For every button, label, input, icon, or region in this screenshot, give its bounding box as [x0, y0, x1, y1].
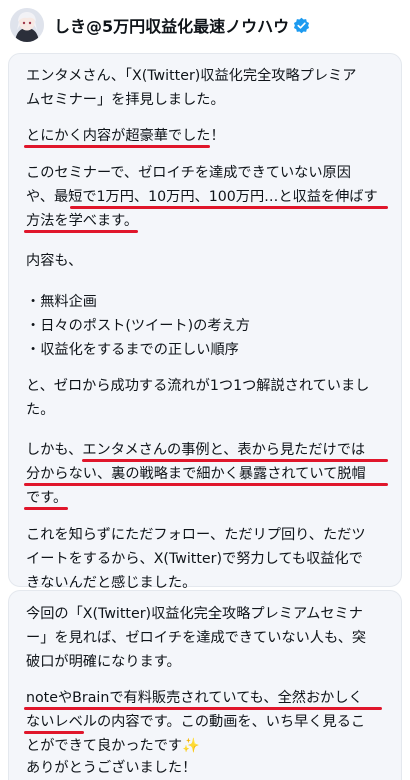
text-line: ありがとうございました！ [26, 760, 197, 776]
list-item: ・日々のポスト(ツイート)の考え方 [26, 318, 250, 334]
list-item: ・収益化をするまでの正しい順序 [26, 342, 239, 358]
text-line: これを知らずにただフォロー、ただリプ回り、ただツ [26, 527, 366, 543]
text-line: た。 [26, 402, 55, 418]
sparkle-icon: ✨ [182, 738, 200, 754]
list-item: ・無料企画 [26, 294, 97, 310]
text-line: 内容も、 [26, 253, 83, 269]
text-line: ー」を見れば、ゼロイチを達成できていない人も、突 [26, 630, 367, 646]
highlight-underline [24, 707, 382, 710]
tweet-header: しき@5万円収益化最速ノウハウ [0, 0, 410, 50]
text-line: や、最短で1万円、10万円、100万円…と収益を伸ばす [26, 189, 378, 205]
text-line: しかも、エンタメさんの事例と、表から見ただけでは [26, 442, 366, 458]
avatar-icon[interactable] [10, 8, 44, 42]
text-line: 分からない、裏の戦略まで細かく暴露されていて脱帽 [26, 466, 366, 482]
text-line: ないレベルの内容です。この動画を、いち早く見るこ [26, 714, 366, 730]
highlight-underline [24, 230, 138, 233]
text-line: 方法を学べます。 [26, 213, 139, 229]
text-line: とができて良かったです✨ [26, 736, 200, 756]
text-line: です。 [26, 490, 68, 506]
text-line: 今回の「X(Twitter)収益化完全攻略プレミアムセミナ [26, 606, 363, 622]
verified-badge-icon [293, 17, 310, 34]
highlight-underline [24, 507, 68, 510]
text-span: とができて良かったです [26, 738, 183, 754]
text-line: このセミナーで、ゼロイチを達成できていない原因 [26, 165, 351, 181]
text-line: 破口が明確になります。 [26, 654, 181, 670]
highlight-underline [24, 731, 84, 734]
author-name[interactable]: しき@5万円収益化最速ノウハウ [54, 13, 289, 37]
text-line: きないんだと感じました。 [26, 575, 197, 591]
highlight-underline [24, 145, 210, 148]
highlight-underline [70, 206, 388, 209]
highlight-underline [82, 459, 388, 462]
text-line: と、ゼロから成功する流れが1つ1つ解説されていまし [26, 378, 370, 394]
text-line: noteやBrainで有料販売されていても、全然おかしく [26, 690, 363, 706]
highlight-underline [24, 483, 388, 486]
highlight-text: とにかく内容が超豪華でした！ [26, 128, 225, 144]
text-line: イートをするから、X(Twitter)で努力しても収益化で [26, 551, 363, 567]
text-line: ムセミナー」を拝見しました。 [26, 92, 225, 108]
text-line: エンタメさん、「X(Twitter)収益化完全攻略プレミア [26, 68, 357, 84]
